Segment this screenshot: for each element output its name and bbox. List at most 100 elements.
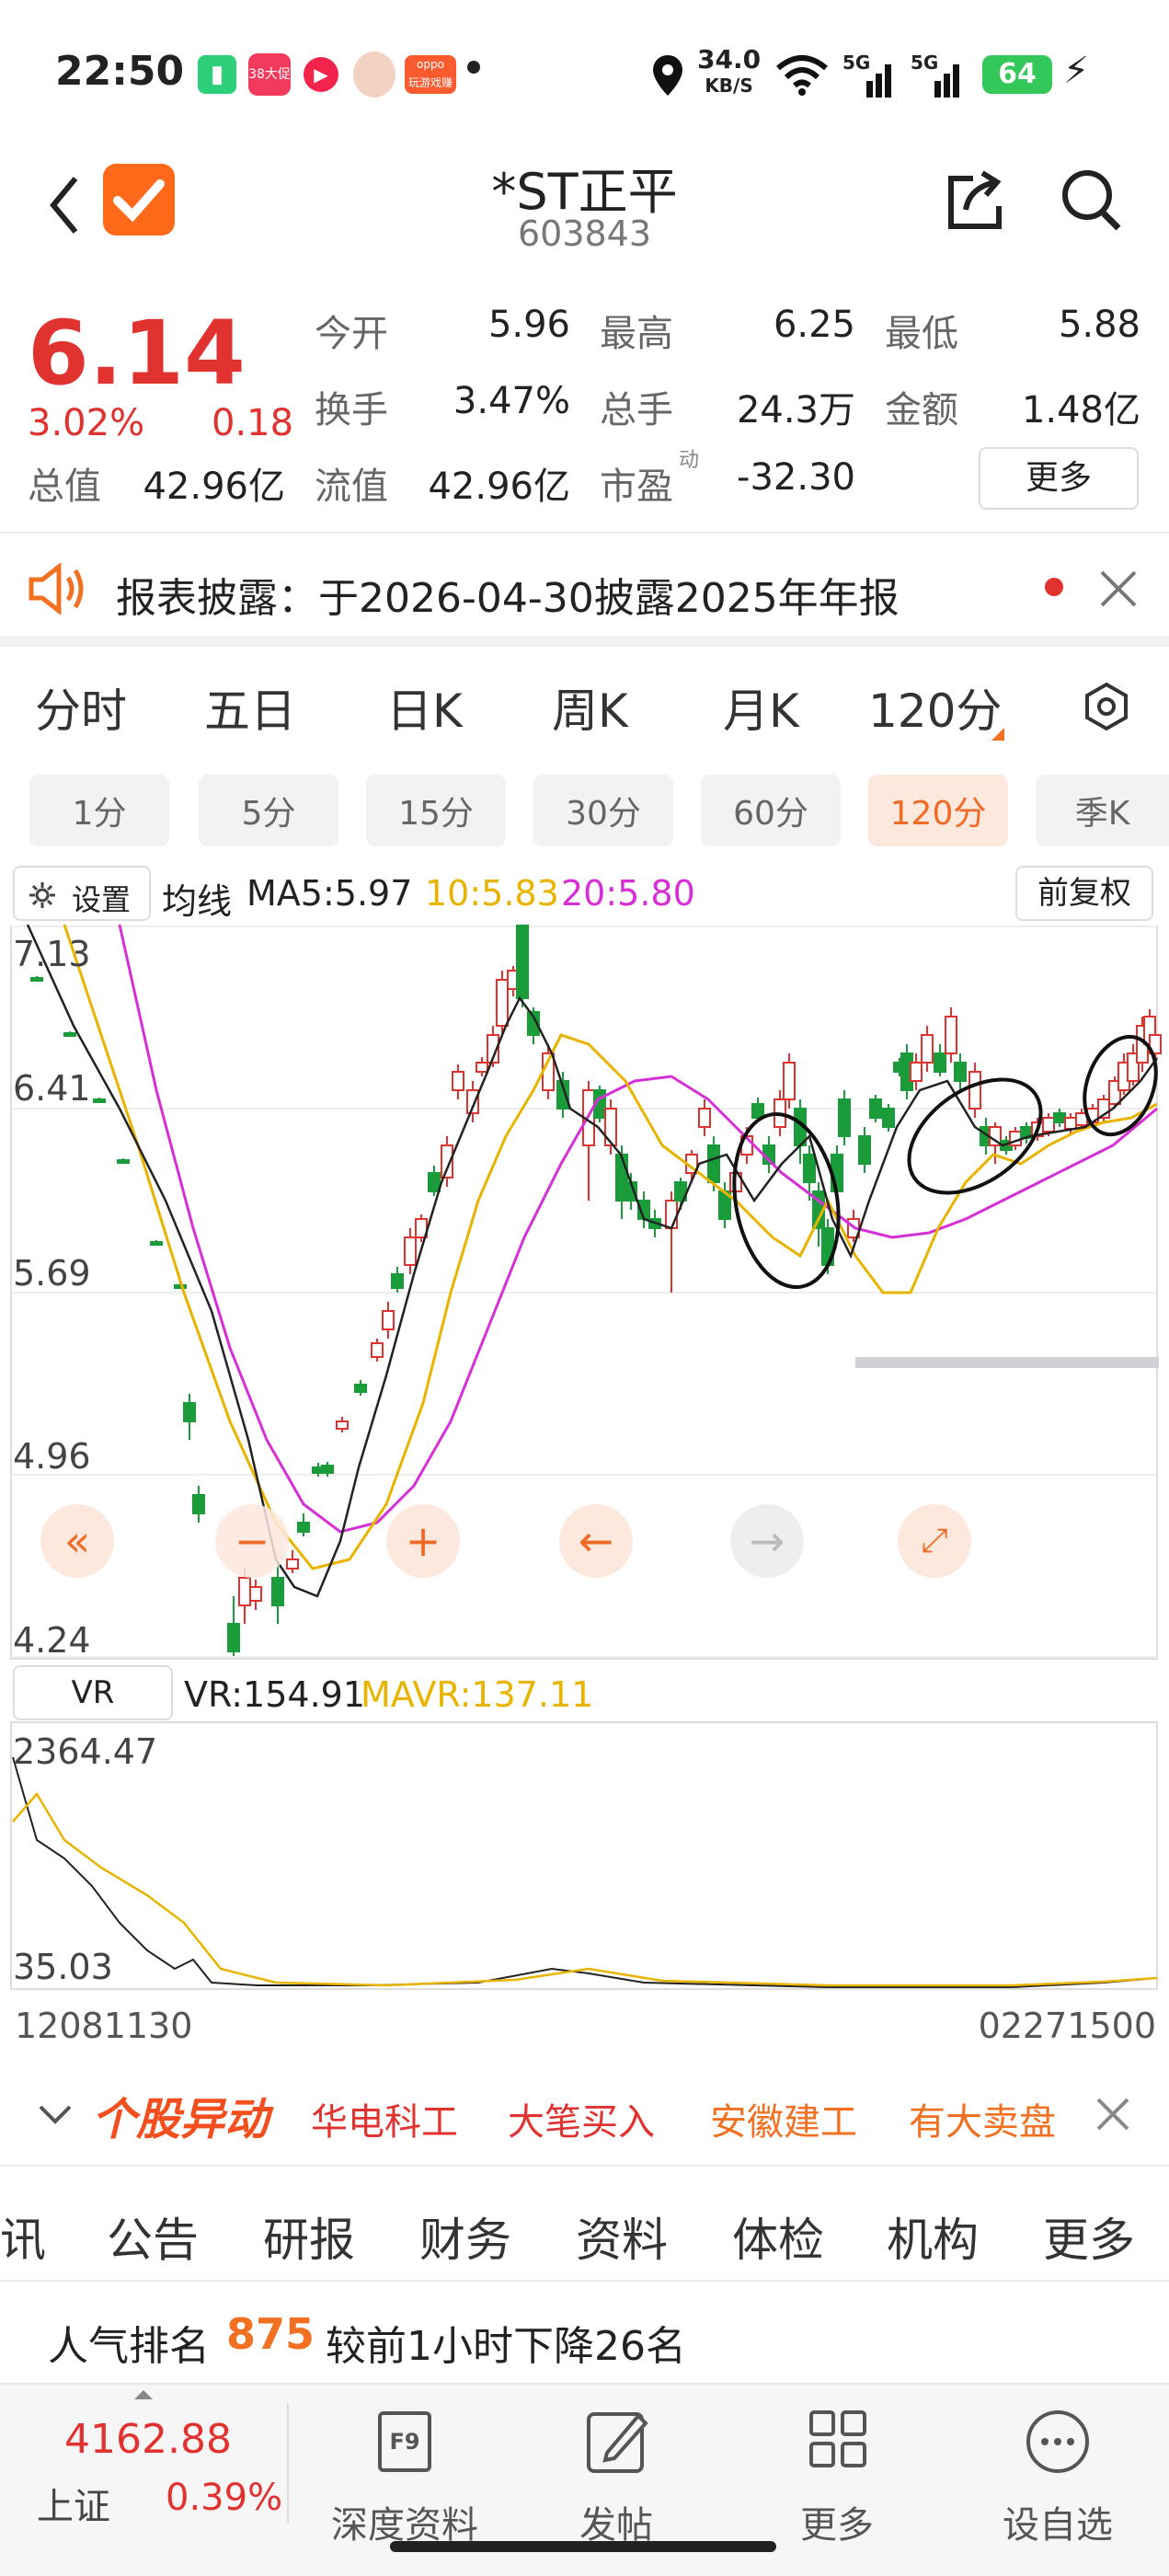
candle: [945, 1016, 957, 1054]
candle: [921, 1034, 934, 1064]
popularity-rank[interactable]: 人气排名 875 较前1小时下降26名: [0, 2282, 1169, 2383]
candle: [783, 1062, 796, 1100]
ellipsis-circle-icon: [1026, 2410, 1089, 2473]
arrow-right-icon: →: [749, 1516, 785, 1566]
tab-intraday[interactable]: 分时: [35, 674, 127, 741]
alert-item[interactable]: 大笔买入: [508, 2092, 655, 2145]
open-label: 今开: [315, 313, 388, 355]
f9-icon: F9: [359, 2405, 451, 2478]
oppo-app-icon: oppo 玩游戏赚币: [405, 55, 456, 108]
candle: [476, 1062, 488, 1073]
high-value: 6.25: [773, 304, 855, 346]
adjust-button[interactable]: 前复权: [1015, 866, 1153, 921]
volume-value: 24.3万: [736, 389, 855, 431]
chip-15min[interactable]: 15分: [366, 775, 506, 846]
info-tabs: 讯 公告 研报 财务 资料 体检 机构 更多: [0, 2171, 1169, 2282]
close-icon[interactable]: [1095, 2096, 1131, 2133]
grid-icon: [809, 2410, 866, 2467]
y-tick-641: 6.41: [13, 1068, 91, 1109]
plus-icon: +: [405, 1516, 441, 1566]
battery-app-icon: ▮: [198, 55, 236, 94]
location-icon: [653, 55, 682, 96]
share-icon[interactable]: [942, 166, 1006, 234]
more-tools-button[interactable]: 更多: [745, 2385, 929, 2547]
clock: 22:50: [55, 48, 185, 95]
tab-institutions[interactable]: 机构: [887, 2203, 979, 2270]
post-button[interactable]: 发帖: [524, 2385, 708, 2547]
candle: [882, 1108, 895, 1128]
fullscreen-button[interactable]: ⤢: [898, 1504, 971, 1578]
bottom-bar: 4162.88 上证 0.39% F9 深度资料 发帖 更多 设自选: [0, 2383, 1169, 2576]
tab-checkup[interactable]: 体检: [732, 2203, 824, 2270]
chip-5min[interactable]: 5分: [199, 775, 338, 846]
unread-dot: [1045, 578, 1063, 596]
chart-settings-button[interactable]: 设置: [13, 866, 151, 921]
vr-frame: [10, 1721, 1158, 1990]
chip-30min[interactable]: 30分: [533, 775, 673, 846]
popularity-desc: 较前1小时下降26名: [326, 2323, 686, 2370]
wifi-icon: [776, 55, 828, 96]
tab-120min[interactable]: 120分: [868, 674, 1002, 741]
chip-quarter-k[interactable]: 季K: [1036, 775, 1169, 846]
tab-news[interactable]: 讯: [0, 2203, 46, 2270]
alert-item[interactable]: 有大卖盘: [909, 2092, 1056, 2145]
alert-item[interactable]: 华电科工: [311, 2092, 458, 2145]
hexagon-settings-icon[interactable]: [1082, 682, 1131, 731]
candle: [174, 1284, 187, 1289]
first-page-button[interactable]: «: [40, 1504, 114, 1578]
chevron-down-icon[interactable]: [37, 2101, 74, 2127]
float-label: 流值: [315, 466, 388, 508]
chip-120min[interactable]: 120分: [868, 775, 1008, 846]
candle: [371, 1342, 384, 1358]
change-abs: 0.18: [212, 402, 294, 444]
minus-icon: −: [234, 1516, 270, 1566]
chip-1min[interactable]: 1分: [29, 775, 169, 846]
expand-icon: ⤢: [921, 1522, 948, 1559]
candle: [336, 1420, 349, 1430]
battery-icon: 64: [982, 55, 1052, 94]
tab-research[interactable]: 研报: [263, 2203, 355, 2270]
high-label: 最高: [600, 313, 673, 355]
tab-more[interactable]: 更多: [1043, 2203, 1135, 2270]
vr-chart[interactable]: 2364.47 35.03: [0, 1720, 1169, 1996]
signal-1-icon: [866, 64, 891, 98]
ma5-value: MA5:5.97: [246, 873, 413, 914]
vr-bottom-tick: 35.03: [13, 1947, 113, 1987]
search-icon[interactable]: [1060, 166, 1124, 234]
candle: [227, 1623, 240, 1652]
deep-data-button[interactable]: F9 深度资料: [304, 2385, 506, 2547]
tab-day-k[interactable]: 日K: [386, 674, 463, 741]
tab-finance[interactable]: 财务: [419, 2203, 511, 2270]
tab-five-day[interactable]: 五日: [204, 674, 296, 741]
zoom-in-button[interactable]: +: [386, 1504, 460, 1578]
notice-bar[interactable]: 报表披露：于2026-04-30披露2025年年报: [0, 532, 1169, 647]
video-app-icon: ▶: [304, 57, 338, 92]
close-icon[interactable]: [1098, 569, 1139, 609]
scroll-right-button[interactable]: →: [730, 1504, 804, 1578]
tab-profile[interactable]: 资料: [576, 2203, 668, 2270]
dropdown-corner-icon: [991, 728, 1004, 741]
date-axis: 12081130 02271500: [0, 1998, 1169, 2053]
candle: [391, 1273, 404, 1289]
more-button[interactable]: 更多: [979, 447, 1139, 510]
chip-60min[interactable]: 60分: [701, 775, 841, 846]
index-ticker[interactable]: 4162.88 上证 0.39%: [0, 2385, 287, 2532]
candle: [858, 1135, 871, 1165]
candle: [452, 1071, 464, 1091]
y-tick-496: 4.96: [13, 1436, 91, 1477]
alert-item[interactable]: 安徽建工: [710, 2092, 857, 2145]
indicator-vr-button[interactable]: VR: [13, 1665, 173, 1720]
add-watchlist-button[interactable]: 设自选: [966, 2385, 1150, 2547]
amount-value: 1.48亿: [1021, 389, 1140, 431]
candle: [297, 1522, 310, 1533]
tab-week-k[interactable]: 周K: [552, 674, 628, 741]
candle: [117, 1159, 130, 1164]
candle: [192, 1494, 205, 1514]
zoom-out-button[interactable]: −: [215, 1504, 289, 1578]
scroll-left-button[interactable]: ←: [559, 1504, 633, 1578]
ma-label: 均线: [162, 881, 233, 922]
tab-announcements[interactable]: 公告: [107, 2203, 199, 2270]
kline-chart[interactable]: 7.13 6.41 5.69 4.96 4.24 « − + ← → ⤢: [0, 924, 1169, 1661]
tab-month-k[interactable]: 月K: [723, 674, 799, 741]
quote-panel: 6.14 3.02% 0.18 总值 42.96亿 今开 5.96 最高 6.2…: [0, 294, 1169, 529]
